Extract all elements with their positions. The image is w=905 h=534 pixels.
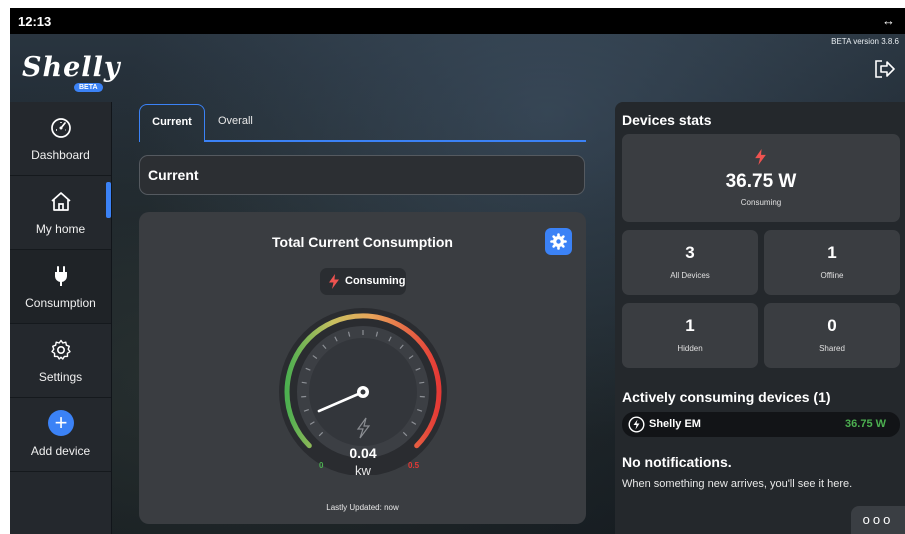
plus-circle-icon: + <box>48 410 74 436</box>
offline-stat[interactable]: 1 Offline <box>764 230 900 295</box>
active-indicator <box>106 182 111 218</box>
gear-icon <box>550 233 567 250</box>
sidebar: Dashboard My home Consumption Settings +… <box>10 102 112 534</box>
sidebar-item-add-device[interactable]: + Add device <box>10 398 111 472</box>
sidebar-item-settings[interactable]: Settings <box>10 324 111 398</box>
sidebar-item-consumption[interactable]: Consumption <box>10 250 111 324</box>
lightning-icon <box>329 274 339 289</box>
sidebar-item-label: Consumption <box>25 296 96 310</box>
all-devices-stat[interactable]: 3 All Devices <box>622 230 758 295</box>
gauge-value: 0.04 <box>349 445 377 461</box>
app-screen: 12:13 ↔ Shelly BETA BETA version 3.8.6 D… <box>10 8 905 534</box>
stat-label: Offline <box>820 271 844 280</box>
status-badge: Consuming <box>320 268 406 295</box>
stat-value: 3 <box>685 243 695 262</box>
stat-label: All Devices <box>670 271 710 280</box>
card-settings-button[interactable] <box>545 228 572 255</box>
card-title: Total Current Consumption <box>272 234 453 250</box>
device-name: Shelly EM <box>649 418 701 430</box>
stat-value: 1 <box>685 316 695 335</box>
gauge-unit: kw <box>355 463 371 478</box>
consuming-label: Consuming <box>740 198 782 207</box>
active-devices-title: Actively consuming devices (1) <box>622 389 831 405</box>
consuming-stat: 36.75 W Consuming <box>622 134 900 222</box>
clock: 12:13 <box>18 14 52 29</box>
logout-icon[interactable] <box>873 58 897 80</box>
beta-badge: BETA <box>74 83 103 92</box>
gauge-max: 0.5 <box>408 461 420 470</box>
shelly-logo: Shelly BETA <box>22 52 132 98</box>
stat-label: Hidden <box>677 344 703 353</box>
more-button[interactable]: ooo <box>851 506 905 534</box>
tab-overall[interactable]: Overall <box>218 104 253 142</box>
hidden-stat[interactable]: 1 Hidden <box>622 303 758 368</box>
sidebar-item-label: Dashboard <box>31 148 90 162</box>
sidebar-item-label: My home <box>35 222 86 236</box>
tab-bar: Current Overall <box>139 104 586 142</box>
section-header: Current <box>139 155 585 195</box>
gauge-min: 0 <box>319 461 324 470</box>
tab-underline <box>205 140 586 142</box>
version-label: BETA version 3.8.6 <box>831 37 899 46</box>
notifications-title: No notifications. <box>622 454 732 470</box>
status-label: Consuming <box>345 275 406 287</box>
sidebar-item-dashboard[interactable]: Dashboard <box>10 102 111 176</box>
left-right-arrow-icon[interactable]: ↔ <box>882 13 895 28</box>
gauge-tick <box>419 381 425 384</box>
notifications-text: When something new arrives, you'll see i… <box>622 478 853 490</box>
stat-value: 1 <box>827 243 837 262</box>
power-meter-icon <box>628 416 645 433</box>
sidebar-item-label: Settings <box>38 370 83 384</box>
gear-icon <box>49 338 73 362</box>
devices-stats-panel: Devices stats 36.75 W Consuming 3 All De… <box>615 102 905 534</box>
plug-icon <box>49 264 73 288</box>
panel-title: Devices stats <box>622 112 712 128</box>
device-power: 36.75 W <box>845 418 886 430</box>
shared-stat[interactable]: 0 Shared <box>764 303 900 368</box>
consuming-value: 36.75 W <box>725 171 797 192</box>
stat-value: 0 <box>827 316 837 335</box>
lightning-icon <box>755 149 766 165</box>
sidebar-item-label: Add device <box>30 444 91 458</box>
tab-current[interactable]: Current <box>139 104 205 142</box>
sidebar-item-my-home[interactable]: My home <box>10 176 111 250</box>
device-row[interactable]: Shelly EM 36.75 W <box>622 412 900 437</box>
home-icon <box>49 190 73 214</box>
status-bar: 12:13 ↔ <box>10 8 905 34</box>
last-updated: Lastly Updated: now <box>326 503 399 512</box>
speedometer-icon <box>49 116 73 140</box>
gauge-tick <box>301 381 307 384</box>
consumption-card: Total Current Consumption Consuming 0 0.… <box>139 212 586 524</box>
stat-label: Shared <box>819 344 845 353</box>
logo-text: Shelly <box>22 52 121 83</box>
